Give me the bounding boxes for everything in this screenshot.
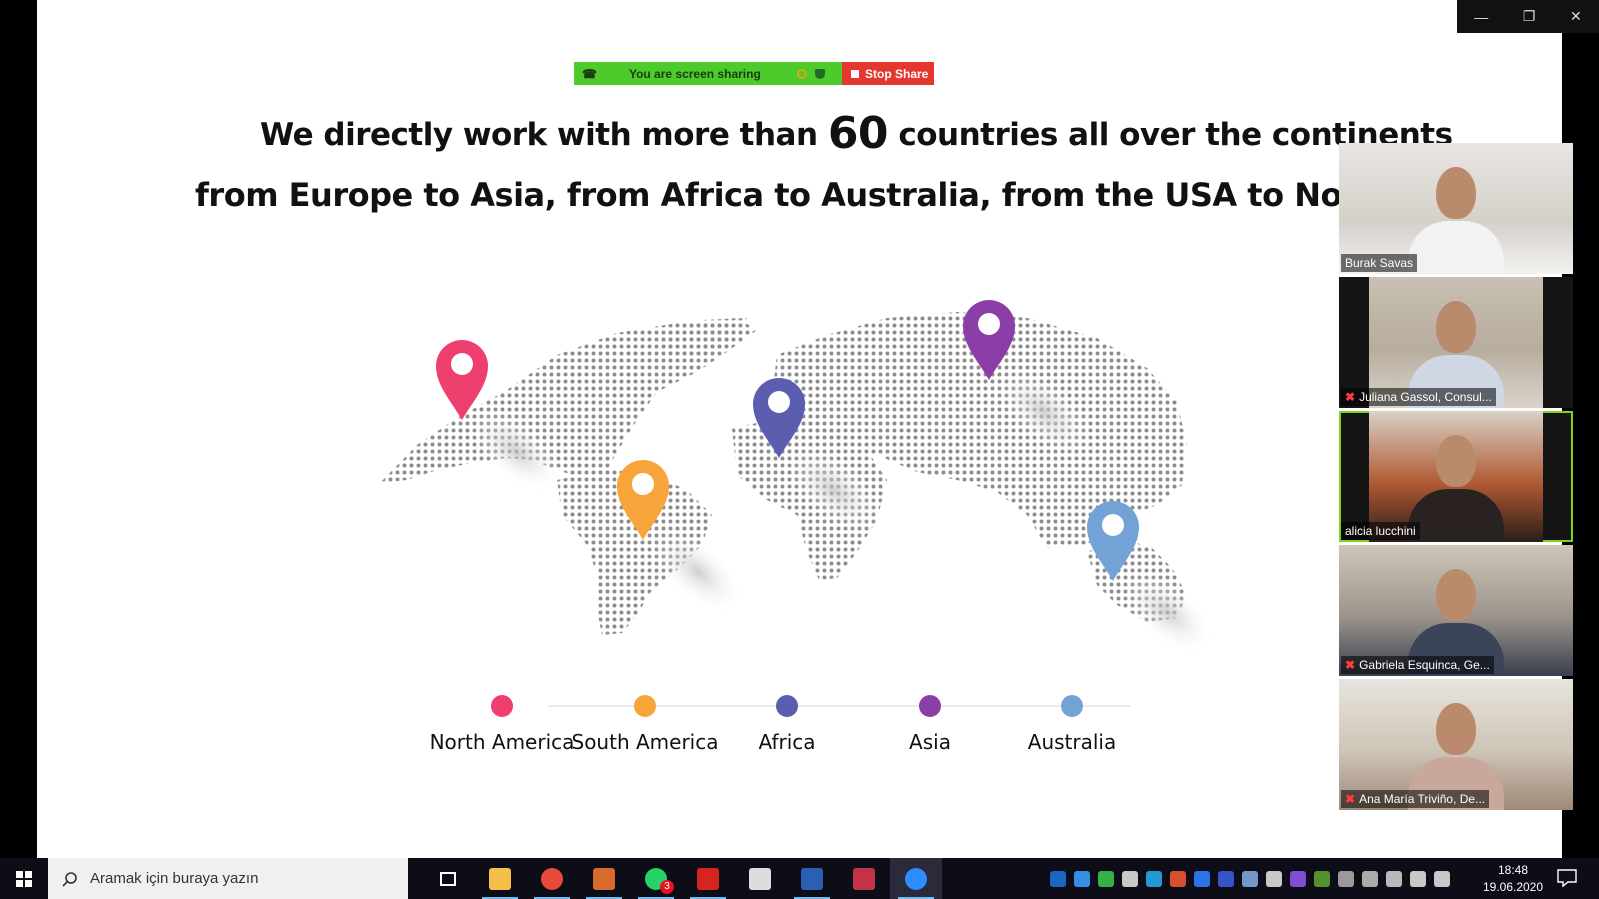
windows-taskbar: Aramak için buraya yazın 3 18:48 19.06.2… xyxy=(0,858,1599,899)
task-view-glyph xyxy=(440,871,456,886)
shield-icon[interactable] xyxy=(814,68,825,79)
participant-tile[interactable]: ✖ Gabriela Esquinca, Ge... xyxy=(1339,545,1573,676)
muted-mic-icon: ✖ xyxy=(1345,390,1356,404)
pinned-apps: 3 xyxy=(422,858,942,899)
close-icon[interactable]: ✕ xyxy=(1570,8,1582,25)
shared-slide: We directly work with more than 60 count… xyxy=(37,0,1562,858)
snip-tool-glyph xyxy=(593,867,615,890)
tray-icon[interactable] xyxy=(1122,870,1138,887)
zoom-icon[interactable] xyxy=(890,858,942,899)
snip-tool-icon[interactable] xyxy=(578,858,630,899)
clock-date: 19.06.2020 xyxy=(1482,880,1544,894)
participant-silhouette xyxy=(1436,167,1476,219)
participant-name: Burak Savas xyxy=(1341,254,1418,272)
media-player-glyph xyxy=(853,867,875,890)
zoom-glyph xyxy=(905,867,927,890)
file-explorer-icon[interactable] xyxy=(474,858,526,899)
stop-icon xyxy=(851,69,859,78)
participant-silhouette xyxy=(1436,435,1476,487)
screen-share-bar: ☎ You are screen sharing Stop Share xyxy=(574,62,934,85)
muted-mic-icon: ✖ xyxy=(1345,658,1356,672)
participant-gallery: Burak Savas ✖ Juliana Gassol, Consul... ali… xyxy=(1339,143,1573,816)
legend-label: South America xyxy=(571,730,719,754)
acrobat-icon[interactable] xyxy=(682,858,734,899)
chrome-glyph xyxy=(541,867,563,890)
tray-icon[interactable] xyxy=(1098,870,1114,887)
participant-tile[interactable]: Burak Savas xyxy=(1339,143,1573,274)
participant-body xyxy=(1408,489,1504,542)
restore-icon[interactable]: ❐ xyxy=(1523,8,1536,25)
file-explorer-glyph xyxy=(489,867,511,890)
system-tray xyxy=(1050,858,1450,899)
windows-logo-icon xyxy=(16,870,32,887)
legend-label: Africa xyxy=(758,730,816,754)
zoom-meeting-window: We directly work with more than 60 count… xyxy=(0,0,1599,899)
tray-icon[interactable] xyxy=(1146,870,1162,887)
task-view-icon[interactable] xyxy=(422,858,474,899)
share-status: ☎ You are screen sharing xyxy=(574,62,842,85)
legend-dot xyxy=(634,695,656,717)
share-status-text: You are screen sharing xyxy=(628,66,761,81)
tray-icon[interactable] xyxy=(1362,870,1378,887)
start-button[interactable] xyxy=(0,858,48,899)
legend-label: Asia xyxy=(909,730,951,754)
participant-name: ✖ Juliana Gassol, Consul... xyxy=(1341,388,1496,406)
chrome-icon[interactable] xyxy=(526,858,578,899)
legend-dot xyxy=(919,695,941,717)
taskbar-search[interactable]: Aramak için buraya yazın xyxy=(48,858,408,899)
tray-icon[interactable] xyxy=(1410,870,1426,887)
word-glyph xyxy=(801,867,823,890)
participant-silhouette xyxy=(1436,703,1476,755)
window-controls: — ❐ ✕ xyxy=(1457,0,1599,33)
search-placeholder: Aramak için buraya yazın xyxy=(90,870,259,887)
legend-label: North America xyxy=(429,730,575,754)
notification-center-icon[interactable] xyxy=(1556,868,1578,888)
notification-badge: 3 xyxy=(660,880,674,894)
pause-icon[interactable] xyxy=(796,68,807,79)
tray-icon[interactable] xyxy=(1266,870,1282,887)
tray-icon[interactable] xyxy=(1218,870,1234,887)
clock-time: 18:48 xyxy=(1497,863,1529,877)
calculator-glyph xyxy=(749,867,771,890)
participant-silhouette xyxy=(1436,569,1476,621)
tray-icon[interactable] xyxy=(1290,870,1306,887)
minimize-icon[interactable]: — xyxy=(1474,9,1488,25)
tray-icon[interactable] xyxy=(1242,870,1258,887)
calculator-icon[interactable] xyxy=(734,858,786,899)
legend-label: Australia xyxy=(1027,730,1117,754)
tray-icon[interactable] xyxy=(1170,870,1186,887)
legend-dot xyxy=(1061,695,1083,717)
participant-silhouette xyxy=(1436,301,1476,353)
participant-tile[interactable]: ✖ Juliana Gassol, Consul... xyxy=(1339,277,1573,408)
tray-icon[interactable] xyxy=(1434,870,1450,887)
tray-icon[interactable] xyxy=(1050,870,1066,887)
whatsapp-icon[interactable]: 3 xyxy=(630,858,682,899)
tray-icon[interactable] xyxy=(1338,870,1354,887)
participant-body xyxy=(1408,221,1504,274)
search-icon xyxy=(62,871,77,887)
tray-icon[interactable] xyxy=(1074,870,1090,887)
legend-dot xyxy=(776,695,798,717)
word-icon[interactable] xyxy=(786,858,838,899)
phone-icon: ☎ xyxy=(582,66,597,81)
stop-share-label: Stop Share xyxy=(865,66,929,81)
participant-name: ✖ Ana María Triviño, De... xyxy=(1341,790,1490,808)
acrobat-glyph xyxy=(697,867,719,890)
participant-name: alicia lucchini xyxy=(1341,522,1420,540)
participant-name: ✖ Gabriela Esquinca, Ge... xyxy=(1341,656,1494,674)
tray-icon[interactable] xyxy=(1386,870,1402,887)
media-player-icon[interactable] xyxy=(838,858,890,899)
participant-tile[interactable]: alicia lucchini xyxy=(1339,411,1573,542)
clock[interactable]: 18:48 19.06.2020 xyxy=(1478,862,1548,896)
tray-icon[interactable] xyxy=(1314,870,1330,887)
muted-mic-icon: ✖ xyxy=(1345,792,1356,806)
stop-share-button[interactable]: Stop Share xyxy=(842,62,934,85)
tray-icon[interactable] xyxy=(1194,870,1210,887)
participant-tile[interactable]: ✖ Ana María Triviño, De... xyxy=(1339,679,1573,810)
legend-dot xyxy=(491,695,513,717)
